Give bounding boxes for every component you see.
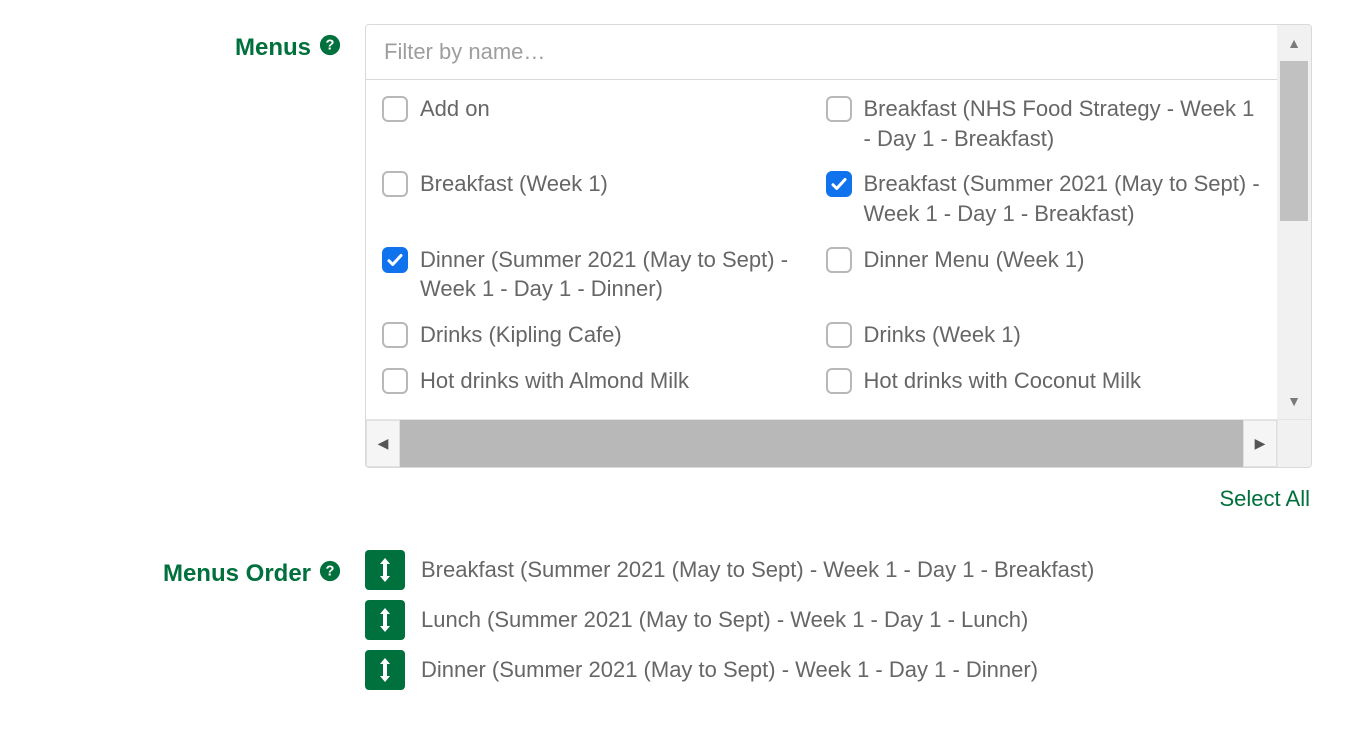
select-all-link[interactable]: Select All [365, 486, 1312, 512]
scroll-thumb[interactable] [1280, 61, 1308, 221]
scroll-right-icon[interactable]: ▶ [1243, 420, 1277, 467]
drag-handle-icon[interactable] [365, 600, 405, 640]
order-item: Lunch (Summer 2021 (May to Sept) - Week … [365, 600, 1312, 640]
menu-option[interactable]: Hot drinks with Coconut Milk [822, 360, 1266, 402]
help-icon[interactable]: ? [319, 560, 341, 582]
order-item: Breakfast (Summer 2021 (May to Sept) - W… [365, 550, 1312, 590]
scroll-corner [1277, 419, 1311, 467]
checkbox[interactable] [382, 171, 408, 197]
menu-option-label: Add on [420, 94, 490, 124]
hscroll-thumb[interactable] [400, 420, 1243, 467]
checkbox[interactable] [826, 171, 852, 197]
menu-option[interactable]: Drinks (Week 1) [822, 314, 1266, 356]
menu-option-label: Hot drinks with Almond Milk [420, 366, 689, 396]
menu-option-label: Hot drinks with Coconut Milk [864, 366, 1142, 396]
menu-option[interactable]: Add on [378, 88, 822, 159]
menu-option[interactable]: Breakfast (Week 1) [378, 163, 822, 234]
menu-option[interactable]: Breakfast (Summer 2021 (May to Sept) - W… [822, 163, 1266, 234]
menus-order-label-text: Menus Order [163, 560, 311, 588]
menu-option-label: Drinks (Week 1) [864, 320, 1021, 350]
scroll-left-icon[interactable]: ◀ [366, 420, 400, 467]
scroll-up-icon[interactable]: ▲ [1277, 25, 1311, 61]
menu-option-label: Breakfast (NHS Food Strategy - Week 1 - … [864, 94, 1262, 153]
checkbox[interactable] [382, 247, 408, 273]
checkbox[interactable] [382, 368, 408, 394]
menu-option[interactable]: Dinner Menu (Week 1) [822, 239, 1266, 310]
menu-option-label: Drinks (Kipling Cafe) [420, 320, 622, 350]
order-item: Dinner (Summer 2021 (May to Sept) - Week… [365, 650, 1312, 690]
svg-text:?: ? [326, 564, 335, 580]
checkbox[interactable] [826, 96, 852, 122]
drag-handle-icon[interactable] [365, 650, 405, 690]
menu-option[interactable]: Breakfast (NHS Food Strategy - Week 1 - … [822, 88, 1266, 159]
menu-option[interactable]: Drinks (Kipling Cafe) [378, 314, 822, 356]
horizontal-scrollbar[interactable]: ◀ ▶ [366, 419, 1277, 467]
menu-option[interactable]: Hot drinks with Almond Milk [378, 360, 822, 402]
order-item-label: Dinner (Summer 2021 (May to Sept) - Week… [421, 657, 1038, 683]
order-item-label: Lunch (Summer 2021 (May to Sept) - Week … [421, 607, 1028, 633]
menu-option-label: Breakfast (Summer 2021 (May to Sept) - W… [864, 169, 1262, 228]
menus-label-text: Menus [235, 34, 311, 62]
checkbox[interactable] [826, 322, 852, 348]
svg-text:?: ? [326, 38, 335, 54]
filter-input[interactable] [366, 25, 1311, 80]
menus-listbox: Add on Breakfast (NHS Food Strategy - Wee… [365, 24, 1312, 468]
drag-handle-icon[interactable] [365, 550, 405, 590]
menus-label: Menus ? [20, 24, 365, 62]
menu-option-label: Breakfast (Week 1) [420, 169, 608, 199]
help-icon[interactable]: ? [319, 34, 341, 56]
order-item-label: Breakfast (Summer 2021 (May to Sept) - W… [421, 557, 1094, 583]
checkbox[interactable] [826, 368, 852, 394]
menus-order-label: Menus Order ? [20, 550, 365, 588]
scroll-down-icon[interactable]: ▼ [1277, 383, 1311, 419]
menu-option-label: Dinner (Summer 2021 (May to Sept) - Week… [420, 245, 818, 304]
checkbox[interactable] [826, 247, 852, 273]
checkbox[interactable] [382, 96, 408, 122]
vertical-scrollbar[interactable]: ▲ ▼ [1277, 25, 1311, 419]
menu-option[interactable]: Dinner (Summer 2021 (May to Sept) - Week… [378, 239, 822, 310]
checkbox[interactable] [382, 322, 408, 348]
menu-option-label: Dinner Menu (Week 1) [864, 245, 1085, 275]
